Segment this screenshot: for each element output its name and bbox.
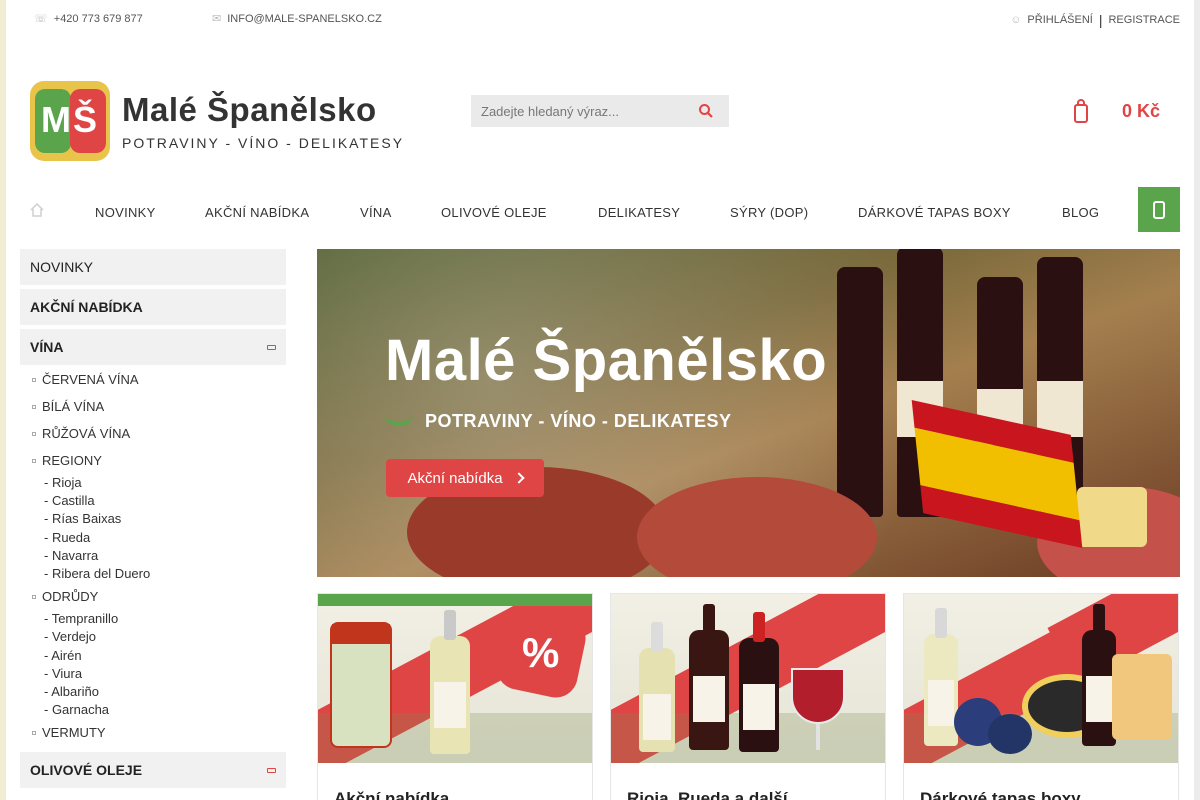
sidebar-sub-vermuty[interactable]: VERMUTY <box>20 719 286 746</box>
banner-cta-button[interactable]: Akční nabídka <box>386 459 544 497</box>
email-contact[interactable]: ✉ INFO@MALE-SPANELSKO.CZ <box>212 12 382 26</box>
search-icon <box>699 104 713 118</box>
nav-item-novinky[interactable]: NOVINKY <box>95 205 156 220</box>
cart-amount: 0 Kč <box>1121 100 1160 121</box>
tile-image <box>611 594 885 763</box>
sidebar-item-akcni-nabidka[interactable]: AKČNÍ NABÍDKA <box>20 289 286 325</box>
login-link[interactable]: PŘIHLÁŠENÍ <box>1027 14 1092 26</box>
page-edge <box>0 0 6 800</box>
phone-number: +420 773 679 877 <box>53 12 143 25</box>
sidebar-sub-regiony[interactable]: REGIONY <box>20 447 286 474</box>
sidebar-sub-label: REGIONY <box>42 453 102 468</box>
sidebar-region-item[interactable]: - Rueda <box>20 529 286 547</box>
sidebar-region-item[interactable]: - Ribera del Duero <box>20 565 286 583</box>
auth-links: ☺ PŘIHLÁŠENÍ | REGISTRACE <box>1010 12 1180 28</box>
email-address: INFO@MALE-SPANELSKO.CZ <box>227 12 382 25</box>
sidebar-variety-item[interactable]: - Albariño <box>20 683 286 701</box>
sidebar-sub-label: ODRŮDY <box>42 589 99 605</box>
sidebar-sub-odrudy[interactable]: ODRŮDY <box>20 583 286 610</box>
sidebar-sub-ruzova-vina[interactable]: RŮŽOVÁ VÍNA <box>20 420 286 447</box>
hero-banner[interactable]: Malé Španělsko POTRAVINY - VÍNO - DELIKA… <box>317 249 1180 577</box>
nav-item-vina[interactable]: VÍNA <box>360 205 392 220</box>
mail-icon: ✉ <box>212 13 222 25</box>
sidebar-sub-bila-vina[interactable]: BÍLÁ VÍNA <box>20 393 286 420</box>
auth-separator: | <box>1098 12 1103 28</box>
nav-item-blog[interactable]: BLOG <box>1062 205 1099 220</box>
search-button[interactable] <box>691 96 721 126</box>
sidebar-sub-label: RŮŽOVÁ VÍNA <box>42 426 131 441</box>
nav-item-tapas-boxy[interactable]: DÁRKOVÉ TAPAS BOXY <box>858 205 1011 220</box>
logo-title: Malé Španělsko <box>122 91 377 128</box>
sidebar-item-label: AKČNÍ NABÍDKA <box>30 299 143 315</box>
sidebar-item-label: NOVINKY <box>30 259 94 275</box>
sidebar-region-item[interactable]: - Navarra <box>20 547 286 565</box>
promo-tile-tapas-boxy[interactable]: Dárkové tapas boxy <box>903 593 1179 800</box>
search-bar <box>471 95 729 127</box>
nav-item-delikatesy[interactable]: DELIKATESY <box>598 205 680 220</box>
tile-caption: Dárkové tapas boxy <box>920 789 1081 800</box>
cart-icon <box>1070 98 1092 124</box>
phone-contact[interactable]: ☏ +420 773 679 877 <box>34 12 143 26</box>
tile-caption: Rioja, Rueda a další <box>627 789 788 800</box>
promo-tile-vina[interactable]: Rioja, Rueda a další <box>610 593 886 800</box>
search-input[interactable] <box>471 96 691 126</box>
tile-image: % <box>318 594 592 763</box>
top-bar: ☏ +420 773 679 877 ✉ INFO@MALE-SPANELSKO… <box>30 10 1180 28</box>
collapse-icon[interactable] <box>267 344 276 350</box>
logo-subtitle: POTRAVINY - VÍNO - DELIKATESY <box>122 135 405 151</box>
tile-caption: Akční nabídka <box>334 789 450 800</box>
sidebar-item-vina[interactable]: VÍNA <box>20 329 286 365</box>
promo-tile-akcni-nabidka[interactable]: % Akční nabídka <box>317 593 593 800</box>
main-nav: NOVINKY AKČNÍ NABÍDKA VÍNA OLIVOVÉ OLEJE… <box>20 187 1180 233</box>
logo-badge-text: MŠ <box>41 99 99 140</box>
sidebar-item-label: VÍNA <box>30 339 64 355</box>
banner-cta-label: Akční nabídka <box>407 469 503 487</box>
banner-title: Malé Španělsko <box>385 328 828 393</box>
cart[interactable]: 0 Kč <box>1070 96 1160 126</box>
sidebar-variety-item[interactable]: - Verdejo <box>20 628 286 646</box>
sidebar-item-olivove-oleje[interactable]: OLIVOVÉ OLEJE <box>20 752 286 789</box>
register-link[interactable]: REGISTRACE <box>1108 14 1180 26</box>
sidebar-item-label: OLIVOVÉ OLEJE <box>30 762 143 779</box>
tile-image <box>904 594 1178 763</box>
sidebar-region-item[interactable]: - Castilla <box>20 492 286 510</box>
nav-item-syry[interactable]: SÝRY (DOP) <box>730 205 808 220</box>
sidebar-sub-label: BÍLÁ VÍNA <box>42 399 105 414</box>
sidebar-subcategories-vina: ČERVENÁ VÍNA BÍLÁ VÍNA RŮŽOVÁ VÍNA REGIO… <box>20 366 286 746</box>
sidebar-sub-label: VERMUTY <box>42 725 106 741</box>
discount-badge: % <box>492 604 590 702</box>
collapse-icon[interactable] <box>267 767 276 773</box>
sidebar-region-item[interactable]: - Rioja <box>20 474 286 492</box>
nav-item-olivove-oleje[interactable]: OLIVOVÉ OLEJE <box>441 205 547 220</box>
user-icon: ☺ <box>1010 14 1022 26</box>
home-icon[interactable] <box>30 203 44 217</box>
sidebar-variety-item[interactable]: - Viura <box>20 665 286 683</box>
chevron-right-icon <box>512 472 525 484</box>
menu-button[interactable] <box>1138 187 1180 232</box>
sidebar-sub-label: ČERVENÁ VÍNA <box>42 372 139 387</box>
page-edge <box>1194 0 1200 800</box>
menu-icon <box>1153 200 1165 219</box>
category-sidebar: NOVINKY AKČNÍ NABÍDKA VÍNA ČERVENÁ VÍNA … <box>20 249 286 792</box>
site-logo[interactable]: MŠ Malé Španělsko POTRAVINY - VÍNO - DEL… <box>30 81 410 161</box>
sidebar-item-novinky[interactable]: NOVINKY <box>20 249 286 285</box>
sidebar-region-item[interactable]: - Rías Baixas <box>20 510 286 528</box>
banner-subtitle: POTRAVINY - VÍNO - DELIKATESY <box>425 411 732 431</box>
nav-item-akcni-nabidka[interactable]: AKČNÍ NABÍDKA <box>205 205 309 220</box>
logo-badge: MŠ <box>30 81 110 161</box>
sidebar-variety-item[interactable]: - Garnacha <box>20 701 286 719</box>
sidebar-sub-cervena-vina[interactable]: ČERVENÁ VÍNA <box>20 366 286 393</box>
sidebar-variety-item[interactable]: - Tempranillo <box>20 610 286 628</box>
phone-icon: ☏ <box>34 13 48 25</box>
sidebar-variety-item[interactable]: - Airén <box>20 647 286 665</box>
